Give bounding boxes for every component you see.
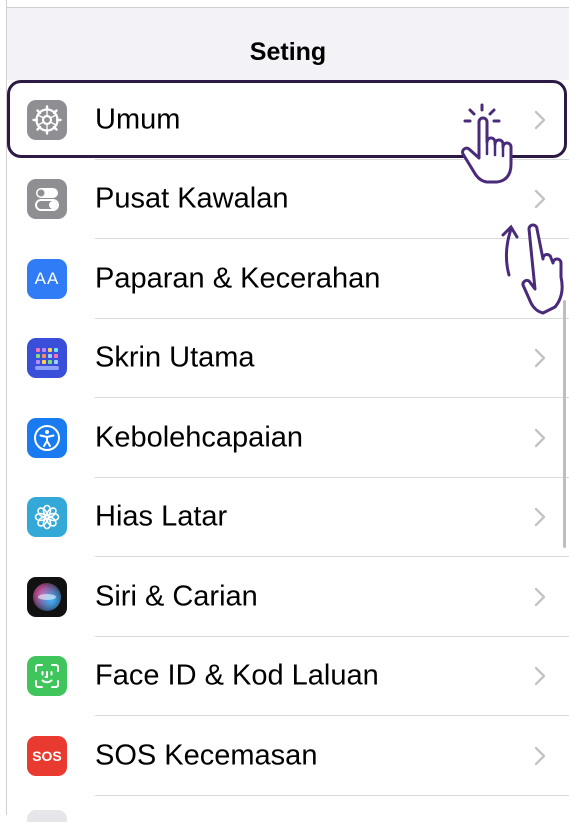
chevron-right-icon <box>534 746 546 765</box>
settings-row-pusat-kawalan[interactable]: Pusat Kawalan <box>7 159 569 239</box>
chevron-right-icon <box>534 428 546 447</box>
icon-glyph: SOS <box>32 747 62 764</box>
settings-row-label: Pusat Kawalan <box>95 182 289 215</box>
chevron-right-icon <box>534 587 546 606</box>
settings-list: Umum Pusat Kawalan AA Paparan & Keceraha… <box>7 80 569 822</box>
settings-row-partial[interactable] <box>7 795 569 822</box>
toggles-icon <box>27 179 67 220</box>
settings-row-skrin-utama[interactable]: Skrin Utama <box>7 318 569 398</box>
chevron-right-icon <box>534 349 546 368</box>
settings-row-label: Face ID & Kod Laluan <box>95 659 379 692</box>
page-title: Seting <box>249 38 327 66</box>
display-text-icon: AA <box>27 258 67 299</box>
chevron-right-icon <box>534 269 546 288</box>
accessibility-icon <box>27 417 67 458</box>
flower-icon <box>27 497 67 538</box>
settings-row-label: Paparan & Kecerahan <box>95 262 381 295</box>
chevron-right-icon <box>534 667 546 686</box>
settings-row-sos-kecemasan[interactable]: SOS SOS Kecemasan <box>7 716 569 796</box>
icon-glyph: AA <box>34 268 60 288</box>
gear-icon <box>27 99 67 140</box>
settings-row-face-id[interactable]: Face ID & Kod Laluan <box>7 636 569 716</box>
face-id-icon <box>27 656 67 697</box>
chevron-right-icon <box>534 110 546 129</box>
settings-row-label: SOS Kecemasan <box>95 739 318 772</box>
settings-row-kebolehcapaian[interactable]: Kebolehcapaian <box>7 398 569 478</box>
settings-row-paparan-kecerahan[interactable]: AA Paparan & Kecerahan <box>7 239 569 319</box>
settings-row-label: Hias Latar <box>95 500 228 533</box>
home-grid-icon <box>27 338 67 379</box>
partial-row-icon <box>27 809 67 822</box>
settings-row-umum[interactable]: Umum <box>7 80 569 160</box>
settings-row-label: Kebolehcapaian <box>95 421 304 454</box>
nav-header: Seting <box>7 8 569 80</box>
settings-row-label: Skrin Utama <box>95 341 255 374</box>
sos-icon: SOS <box>27 735 67 776</box>
siri-icon <box>27 576 67 617</box>
chevron-right-icon <box>534 190 546 209</box>
settings-row-label: Umum <box>95 103 181 136</box>
settings-row-label: Siri & Carian <box>95 580 258 613</box>
settings-row-hias-latar[interactable]: Hias Latar <box>7 477 569 557</box>
scrollbar[interactable] <box>563 300 566 548</box>
chevron-right-icon <box>534 508 546 527</box>
settings-row-siri-carian[interactable]: Siri & Carian <box>7 557 569 637</box>
